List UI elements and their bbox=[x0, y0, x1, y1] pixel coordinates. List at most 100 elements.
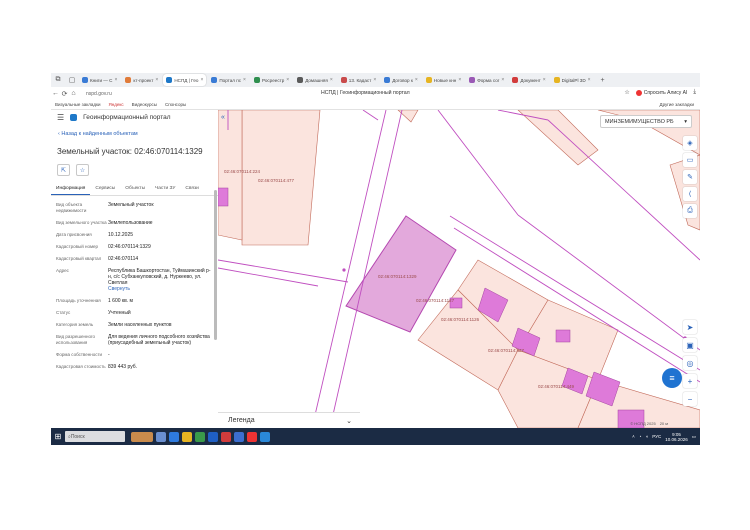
outlook-icon[interactable] bbox=[234, 431, 244, 442]
browser-tab[interactable]: Новые кнн × bbox=[423, 74, 464, 86]
browser-tab[interactable]: DigitalPl 3D × bbox=[551, 74, 594, 86]
property-row: Форма собственности - bbox=[56, 352, 212, 358]
browser-tab[interactable]: Росреестр × bbox=[251, 74, 292, 86]
alice-button[interactable]: Спросить Алису AI bbox=[635, 89, 687, 96]
edge-icon[interactable] bbox=[169, 431, 179, 442]
tab-links[interactable]: Связи bbox=[180, 184, 203, 195]
tab-close-icon[interactable]: × bbox=[588, 77, 591, 83]
tab-info[interactable]: Информация bbox=[51, 184, 91, 195]
tab-label: Новые кнн bbox=[433, 77, 457, 83]
parcel-label: 02:46:070114:1127 bbox=[416, 298, 455, 303]
task-view-icon[interactable] bbox=[156, 431, 166, 442]
legend-bar[interactable]: Легенда ⌄ bbox=[218, 412, 360, 428]
other-bookmarks[interactable]: Другие закладки bbox=[660, 102, 694, 107]
tab-close-icon[interactable]: × bbox=[155, 77, 158, 83]
tab-parts[interactable]: Части ЗУ bbox=[150, 184, 180, 195]
panel-scrollbar[interactable] bbox=[214, 190, 217, 340]
tab-label: Портал пс bbox=[219, 77, 242, 83]
parcel-label: 02:46:070114:449 bbox=[538, 384, 574, 389]
property-value-cell: 839 443 руб. bbox=[108, 364, 137, 370]
tab-close-icon[interactable]: × bbox=[501, 77, 504, 83]
bookmark-item[interactable]: Яндекс bbox=[109, 102, 124, 107]
collapse-panel-icon[interactable]: « bbox=[221, 114, 225, 121]
clock[interactable]: 9:05 10.06.2026 bbox=[665, 432, 688, 442]
property-value: Земельный участок bbox=[108, 202, 154, 208]
back-icon[interactable]: ← bbox=[51, 90, 60, 97]
layer-select[interactable]: МИНЗЕМИМУЩЕСТВО РБ ▾ bbox=[600, 115, 692, 128]
browser-tab[interactable]: Домашняя × bbox=[294, 74, 336, 86]
explorer-icon[interactable] bbox=[182, 431, 192, 442]
zoom-out-icon[interactable]: − bbox=[683, 392, 697, 406]
tab-label: кт-проект bbox=[133, 77, 154, 83]
language-indicator[interactable]: РУС bbox=[652, 434, 661, 439]
collapse-link[interactable]: Свернуть bbox=[108, 286, 212, 292]
property-value: Землепользование bbox=[108, 220, 153, 226]
tab-actions-icon[interactable]: ⧉ bbox=[53, 75, 63, 85]
url-field[interactable]: nspd.gov.ru bbox=[86, 91, 112, 97]
browser-tab[interactable]: Договор к × bbox=[381, 74, 421, 86]
word-icon[interactable] bbox=[208, 431, 218, 442]
volume-icon[interactable]: ◖ bbox=[645, 434, 648, 439]
tab-favicon-icon bbox=[340, 77, 347, 83]
alice-icon bbox=[635, 89, 642, 96]
print-icon[interactable]: ▭ bbox=[683, 153, 697, 167]
browser-tab[interactable]: 13. Кадаст × bbox=[338, 74, 379, 86]
tab-close-icon[interactable]: × bbox=[458, 77, 461, 83]
tab-close-icon[interactable]: × bbox=[415, 77, 418, 83]
print2-icon[interactable]: ⎙ bbox=[683, 204, 697, 218]
pdf-icon[interactable] bbox=[221, 431, 231, 442]
tab-objects[interactable]: Объекты bbox=[120, 184, 150, 195]
browser-tab[interactable]: Документ × bbox=[509, 74, 548, 86]
tab-close-icon[interactable]: × bbox=[286, 77, 289, 83]
reload-icon[interactable]: ⟳ bbox=[60, 90, 69, 98]
home-icon[interactable]: ⌂ bbox=[69, 90, 78, 97]
basemap-icon[interactable]: ▣ bbox=[683, 338, 697, 352]
bookmark-item[interactable]: Визуальные закладки bbox=[55, 102, 101, 107]
telegram-icon[interactable] bbox=[260, 431, 270, 442]
notifications-icon[interactable]: ▭ bbox=[692, 434, 696, 440]
favorite-star-icon[interactable]: ☆ bbox=[76, 164, 89, 176]
yandex-icon[interactable] bbox=[247, 431, 257, 442]
windows-start-icon[interactable]: ⊞ bbox=[51, 428, 65, 445]
new-tab-icon[interactable]: + bbox=[598, 75, 608, 85]
browser-tab[interactable]: кт-проект × bbox=[122, 74, 161, 86]
compass-icon[interactable]: ◎ bbox=[683, 356, 697, 370]
download-icon[interactable]: ⤓ bbox=[693, 89, 696, 96]
property-key: Адрес bbox=[56, 268, 69, 273]
tab-close-icon[interactable]: × bbox=[200, 77, 203, 83]
back-to-results-link[interactable]: ‹ Назад к найденным объектам bbox=[51, 131, 218, 137]
chat-assistant-icon[interactable]: ≡ bbox=[662, 368, 682, 388]
share-icon[interactable]: ⟨ bbox=[683, 187, 697, 201]
zoom-in-icon[interactable]: + bbox=[683, 374, 697, 388]
tab-label: Договор к bbox=[392, 77, 413, 83]
search-placeholder: Поиск bbox=[70, 433, 85, 440]
layers-icon[interactable]: ◈ bbox=[683, 136, 697, 150]
tab-list-icon[interactable]: ▢ bbox=[67, 75, 77, 85]
measure-icon[interactable]: ✎ bbox=[683, 170, 697, 184]
tab-close-icon[interactable]: × bbox=[373, 77, 376, 83]
bookmark-item[interactable]: Спонсоры bbox=[165, 102, 186, 107]
tab-favicon-icon bbox=[553, 77, 560, 83]
chevron-down-icon: ▾ bbox=[684, 118, 687, 125]
panel-tabs: Информация Сервисы Объекты Части ЗУ Связ… bbox=[51, 184, 218, 196]
tab-close-icon[interactable]: × bbox=[543, 77, 546, 83]
tab-close-icon[interactable]: × bbox=[243, 77, 246, 83]
tab-close-icon[interactable]: × bbox=[330, 77, 333, 83]
network-icon[interactable]: ◔ bbox=[639, 434, 642, 439]
tab-services[interactable]: Сервисы bbox=[90, 184, 120, 195]
weather-icon[interactable] bbox=[131, 431, 153, 442]
tray-arrow-icon[interactable]: ˄ bbox=[632, 434, 635, 439]
browser-tab[interactable]: Портал пс × bbox=[208, 74, 249, 86]
browser-tab[interactable]: Форма сог × bbox=[466, 74, 507, 86]
taskbar-search[interactable]: ⌕ Поиск bbox=[65, 431, 125, 442]
locate-icon[interactable]: ⇱ bbox=[57, 164, 70, 176]
geolocation-icon[interactable]: ➤ bbox=[683, 320, 697, 334]
excel-icon[interactable] bbox=[195, 431, 205, 442]
browser-tab[interactable]: НСПД | Гео × bbox=[163, 74, 207, 86]
browser-tab[interactable]: Книги — С × bbox=[79, 74, 120, 86]
tab-close-icon[interactable]: × bbox=[114, 77, 117, 83]
bookmark-item[interactable]: Видеокурсы bbox=[132, 102, 157, 107]
menu-icon[interactable]: ☰ bbox=[57, 113, 64, 122]
bookmark-star-icon[interactable]: ☆ bbox=[624, 89, 629, 96]
map-view[interactable]: 02:46:070114:224 02:46:070114:477 02:46:… bbox=[218, 110, 700, 428]
